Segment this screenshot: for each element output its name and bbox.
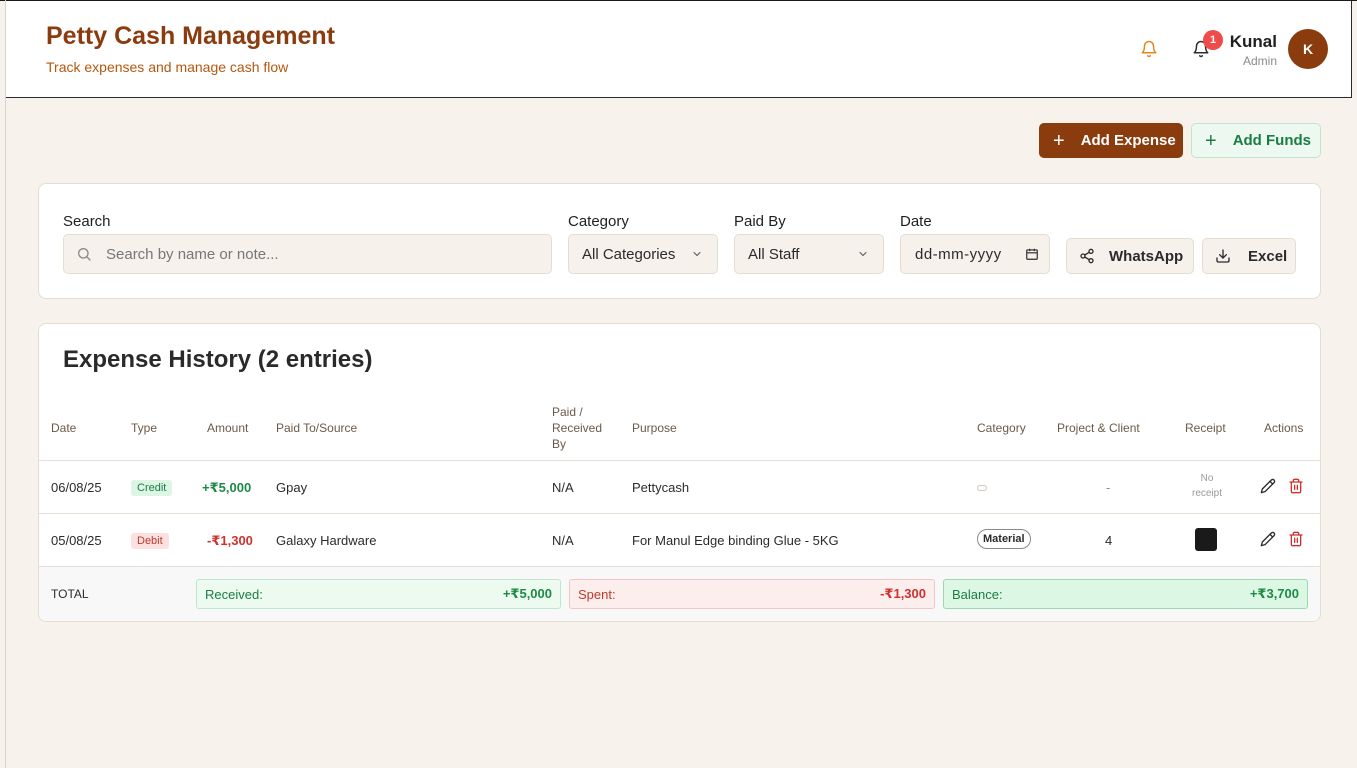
app-header: Petty Cash Management Track expenses and… xyxy=(6,1,1352,98)
category-select[interactable]: All Categories xyxy=(568,234,718,274)
paid-by-select-value: All Staff xyxy=(748,245,800,263)
chevron-down-icon xyxy=(859,252,867,256)
spent-total: Spent: -₹1,300 xyxy=(569,579,935,609)
row-purpose: Pettycash xyxy=(632,480,690,495)
trash-icon[interactable] xyxy=(1288,531,1304,547)
calendar-icon[interactable] xyxy=(1025,247,1039,261)
category-badge: Material xyxy=(977,529,1031,549)
expense-history-panel: Expense History (2 entries) Date Type Am… xyxy=(38,323,1321,622)
whatsapp-share-button[interactable]: WhatsApp xyxy=(1066,238,1194,274)
column-header-paid-by-line1[interactable]: Paid / xyxy=(552,405,583,419)
balance-value: +₹3,700 xyxy=(1249,586,1299,601)
spent-label: Spent: xyxy=(578,586,616,602)
no-receipt-line2: receipt xyxy=(1191,488,1222,499)
column-header-paid-by-line3[interactable]: By xyxy=(552,437,566,451)
page-title: Petty Cash Management xyxy=(46,22,335,50)
row-date: 05/08/25 xyxy=(51,533,102,548)
column-header-category[interactable]: Category xyxy=(977,421,1026,435)
add-funds-button[interactable]: + Add Funds xyxy=(1191,123,1321,158)
chevron-down-icon xyxy=(693,252,701,256)
add-expense-button[interactable]: + Add Expense xyxy=(1039,123,1183,158)
received-value: +₹5,000 xyxy=(502,586,552,601)
column-header-type[interactable]: Type xyxy=(131,421,157,435)
received-total: Received: +₹5,000 xyxy=(196,579,561,609)
search-icon xyxy=(78,248,91,261)
balance-total: Balance: +₹3,700 xyxy=(943,579,1308,609)
row-paid-to: Gpay xyxy=(276,480,308,495)
column-header-paid-by-line2[interactable]: Received xyxy=(552,421,602,435)
page-subtitle: Track expenses and manage cash flow xyxy=(46,59,289,75)
row-paid-by: N/A xyxy=(552,533,574,548)
column-header-purpose[interactable]: Purpose xyxy=(632,421,677,435)
bell-icon[interactable] xyxy=(1140,39,1158,59)
expense-history-title: Expense History (2 entries) xyxy=(63,346,373,373)
search-label: Search xyxy=(63,213,111,230)
trash-icon[interactable] xyxy=(1288,478,1304,494)
table-row[interactable]: 05/08/25 Debit -₹1,300 Galaxy Hardware N… xyxy=(39,514,1320,567)
date-input[interactable]: dd-mm-yyyy xyxy=(900,234,1050,274)
balance-label: Balance: xyxy=(952,586,1003,602)
row-paid-to: Galaxy Hardware xyxy=(276,533,377,548)
date-label: Date xyxy=(900,213,932,230)
excel-export-button[interactable]: Excel xyxy=(1202,238,1296,274)
pencil-icon[interactable] xyxy=(1260,478,1276,494)
column-header-project[interactable]: Project & Client xyxy=(1057,421,1140,435)
filters-panel: Search Search by name or note... Categor… xyxy=(38,183,1321,299)
category-badge-empty xyxy=(977,485,987,491)
whatsapp-label: WhatsApp xyxy=(1109,247,1184,265)
column-header-date[interactable]: Date xyxy=(51,421,76,435)
paid-by-select[interactable]: All Staff xyxy=(734,234,884,274)
paid-by-label: Paid By xyxy=(734,213,786,230)
plus-icon: + xyxy=(1053,129,1065,152)
category-label: Category xyxy=(568,213,629,230)
share-icon xyxy=(1080,248,1094,264)
row-purpose: For Manul Edge binding Glue - 5KG xyxy=(632,533,839,548)
type-badge: Credit xyxy=(131,480,173,496)
row-amount: -₹1,300 xyxy=(207,533,253,548)
plus-icon: + xyxy=(1205,129,1217,152)
download-icon xyxy=(1216,249,1230,263)
table-row[interactable]: 06/08/25 Credit +₹5,000 Gpay N/A Pettyca… xyxy=(39,461,1320,514)
row-date: 06/08/25 xyxy=(51,480,102,495)
add-expense-label: Add Expense xyxy=(1080,132,1176,149)
row-project: - xyxy=(1106,480,1111,495)
column-header-actions: Actions xyxy=(1264,421,1304,435)
add-funds-label: Add Funds xyxy=(1232,132,1312,149)
category-select-value: All Categories xyxy=(582,245,676,263)
search-placeholder: Search by name or note... xyxy=(106,245,279,263)
receipt-thumbnail[interactable] xyxy=(1195,528,1217,551)
pencil-icon[interactable] xyxy=(1260,531,1276,547)
spent-value: -₹1,300 xyxy=(880,586,926,601)
date-placeholder: dd-mm-yyyy xyxy=(915,245,1002,263)
user-name: Kunal xyxy=(1229,32,1277,51)
type-badge: Debit xyxy=(131,533,169,549)
row-paid-by: N/A xyxy=(552,480,574,495)
received-label: Received: xyxy=(205,586,263,602)
column-header-amount[interactable]: Amount xyxy=(207,421,248,435)
column-header-receipt[interactable]: Receipt xyxy=(1185,421,1226,435)
window-left-border xyxy=(5,0,6,768)
row-amount: +₹5,000 xyxy=(202,480,252,495)
column-header-paid-to[interactable]: Paid To/Source xyxy=(276,421,357,435)
totals-row: TOTAL Received: +₹5,000 Spent: -₹1,300 B… xyxy=(39,567,1320,621)
no-receipt-line1: No xyxy=(1200,473,1214,484)
excel-label: Excel xyxy=(1248,247,1288,265)
user-role: Admin xyxy=(1242,54,1277,68)
row-project: 4 xyxy=(1105,533,1113,548)
no-receipt-text: No receipt xyxy=(1187,471,1227,501)
search-input[interactable]: Search by name or note... xyxy=(63,234,552,274)
total-label: TOTAL xyxy=(51,587,89,601)
avatar[interactable]: K xyxy=(1288,29,1328,69)
